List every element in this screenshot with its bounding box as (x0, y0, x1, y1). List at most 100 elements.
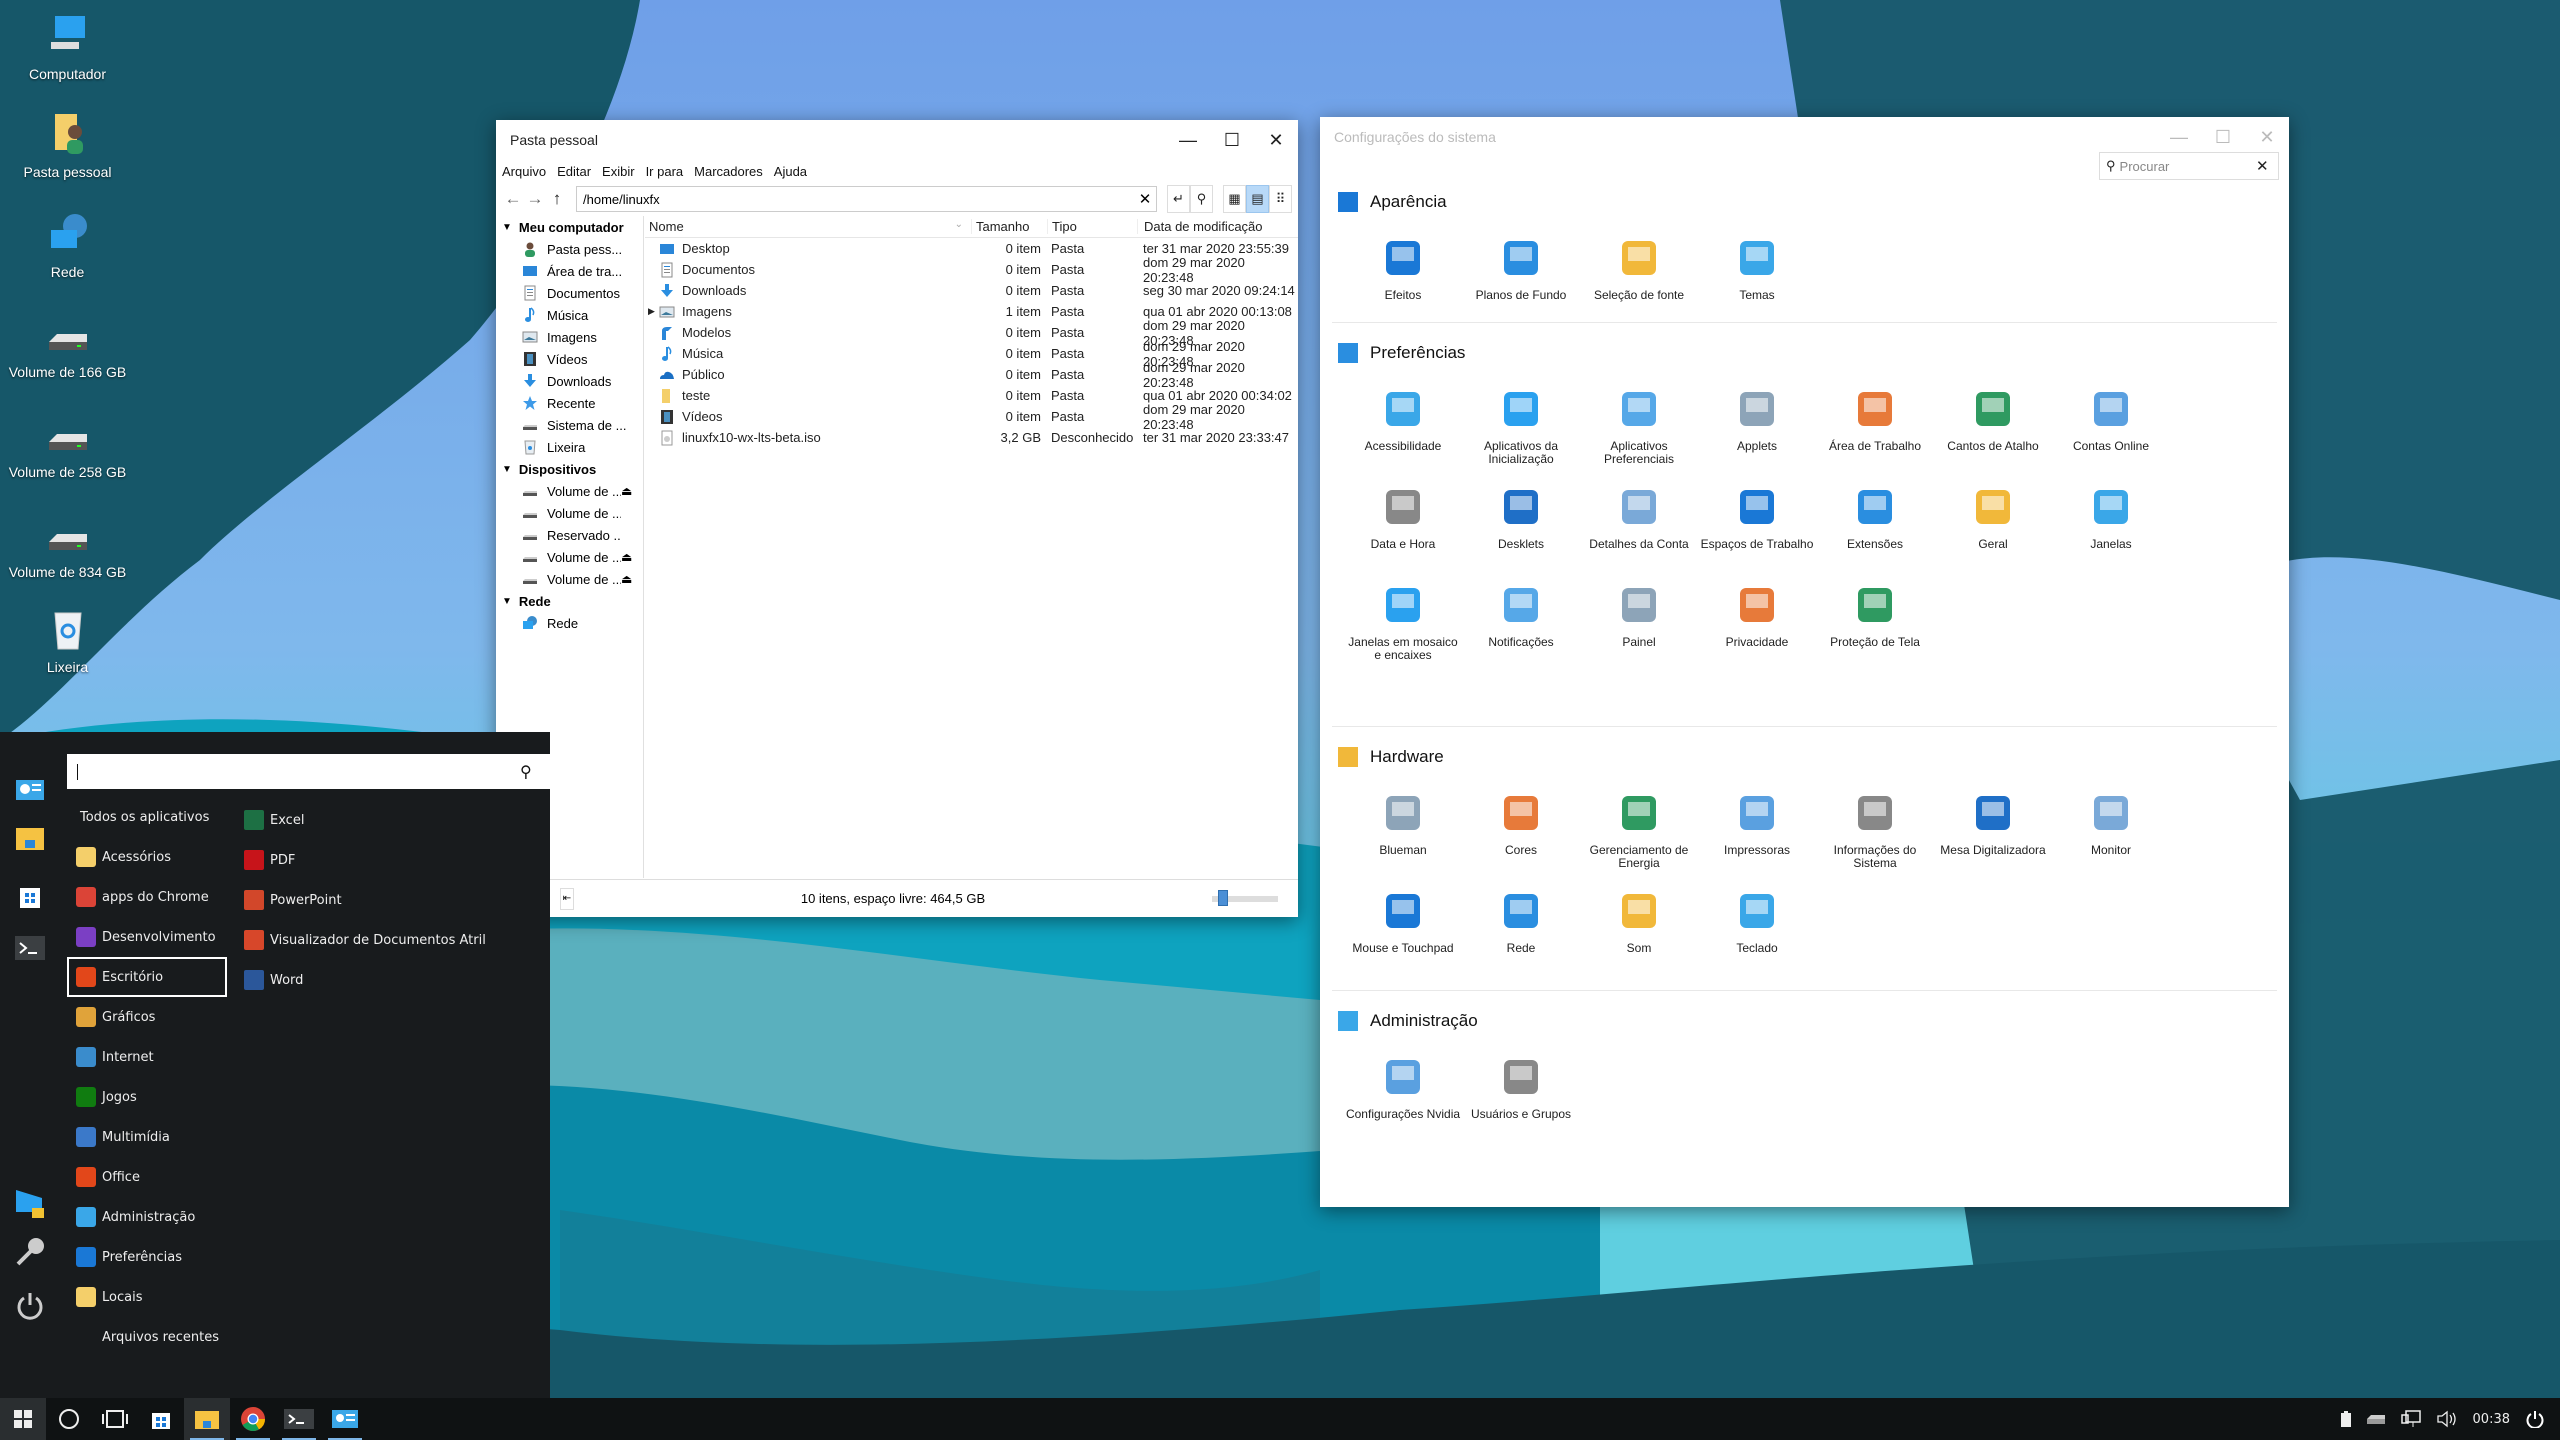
category-item[interactable]: Arquivos recentes (67, 1317, 229, 1357)
file-row[interactable]: Documentos 0 item Pasta dom 29 mar 2020 20:… (645, 255, 1298, 285)
lock-screen-icon[interactable] (14, 1188, 46, 1220)
store-icon[interactable] (14, 880, 46, 912)
column-size[interactable]: Tamanho (971, 219, 1047, 234)
app-item[interactable]: PDF (244, 840, 486, 880)
task-view-button[interactable] (92, 1398, 138, 1440)
toggle-sidebar-button[interactable]: ⇤ (560, 887, 574, 910)
close-button[interactable]: ✕ (1254, 120, 1298, 160)
key-icon[interactable] (14, 1236, 46, 1268)
settings-tile[interactable]: Mesa Digitalizadora (1934, 788, 2052, 886)
settings-tile[interactable]: Data e Hora (1344, 482, 1462, 580)
menu-exibir[interactable]: Exibir (602, 164, 635, 179)
sidebar-item[interactable]: Reservado ... (496, 524, 643, 546)
sidebar-item[interactable]: Música (496, 304, 643, 326)
search-button[interactable]: ⚲ (1190, 185, 1213, 213)
taskbar-file-manager[interactable] (184, 1398, 230, 1440)
sidebar-group[interactable]: ▼ Rede (496, 590, 643, 612)
file-row[interactable]: Público 0 item Pasta dom 29 mar 2020 20:23:… (645, 360, 1298, 390)
category-item[interactable]: Preferências (67, 1237, 229, 1277)
settings-tile[interactable]: Monitor (2052, 788, 2170, 886)
settings-tile[interactable]: Applets (1698, 384, 1816, 482)
shutdown-button[interactable] (2526, 1410, 2544, 1428)
file-manager-icon[interactable] (14, 822, 46, 854)
title-bar[interactable]: Configurações do sistema — ☐ ✕ (1320, 117, 2289, 157)
expand-triangle-icon[interactable]: ▼ (502, 464, 512, 475)
expand-arrow-icon[interactable]: ▶ (648, 306, 655, 317)
settings-tile[interactable]: Contas Online (2052, 384, 2170, 482)
column-name[interactable]: Nome ⌄ (645, 219, 971, 234)
minimize-button[interactable]: — (1166, 120, 1210, 160)
menu-ir-para[interactable]: Ir para (646, 164, 684, 179)
sidebar-group[interactable]: ▼ Meu computador (496, 216, 643, 238)
back-button[interactable]: ← (502, 185, 524, 213)
desktop-icon-network[interactable]: Rede (0, 210, 135, 280)
category-item[interactable]: Jogos (67, 1077, 229, 1117)
desktop-icon-home[interactable]: Pasta pessoal (0, 110, 135, 180)
menu-marcadores[interactable]: Marcadores (694, 164, 763, 179)
settings-tile[interactable]: Proteção de Tela (1816, 580, 1934, 678)
settings-tile[interactable]: Janelas em mosaico e encaixes (1344, 580, 1462, 678)
taskbar-terminal[interactable] (276, 1398, 322, 1440)
settings-tile[interactable]: Espaços de Trabalho (1698, 482, 1816, 580)
settings-search-input[interactable]: Procurar (2120, 159, 2256, 174)
taskbar-system-settings[interactable] (322, 1398, 368, 1440)
system-settings-icon[interactable] (14, 774, 46, 806)
category-item[interactable]: Desenvolvimento (67, 917, 229, 957)
settings-tile[interactable]: Temas (1698, 233, 1816, 331)
settings-tile[interactable]: Painel (1580, 580, 1698, 678)
volume-icon[interactable] (2436, 1410, 2457, 1428)
desktop-icon-volume-258[interactable]: Volume de 258 GB (0, 410, 135, 480)
clear-location-icon[interactable]: ✕ (1134, 190, 1156, 208)
eject-icon[interactable]: ⏏ (621, 550, 643, 564)
settings-tile[interactable]: Privacidade (1698, 580, 1816, 678)
file-row[interactable]: Vídeos 0 item Pasta dom 29 mar 2020 20:23:4… (645, 402, 1298, 432)
taskbar-chrome[interactable] (230, 1398, 276, 1440)
desktop-icon-trash[interactable]: Lixeira (0, 605, 135, 675)
sidebar-item[interactable]: Área de tra... (496, 260, 643, 282)
category-item[interactable]: Gráficos (67, 997, 229, 1037)
start-button[interactable] (0, 1398, 46, 1440)
forward-button[interactable]: → (524, 185, 546, 213)
sidebar-group[interactable]: ▼ Dispositivos (496, 458, 643, 480)
clock[interactable]: 00:38 (2473, 1412, 2510, 1427)
sidebar-item[interactable]: Volume de ... (496, 502, 643, 524)
sidebar-item[interactable]: Volume de ... ⏏ (496, 568, 643, 590)
maximize-button[interactable]: ☐ (2201, 117, 2245, 157)
sidebar-item[interactable]: Vídeos (496, 348, 643, 370)
compact-view-button[interactable]: ⠿ (1269, 185, 1292, 213)
settings-tile[interactable]: Aplicativos da Inicialização (1462, 384, 1580, 482)
app-item[interactable]: Visualizador de Documentos Atril (244, 920, 486, 960)
desktop-icon-volume-834[interactable]: Volume de 834 GB (0, 510, 135, 580)
settings-search[interactable]: ⚲ Procurar ✕ (2099, 152, 2279, 180)
start-search-field[interactable]: ⚲ (67, 754, 550, 789)
clear-search-icon[interactable]: ✕ (2256, 157, 2278, 175)
file-row[interactable]: Downloads 0 item Pasta seg 30 mar 2020 09:2… (645, 280, 1298, 301)
category-item[interactable]: Locais (67, 1277, 229, 1317)
app-item[interactable]: Word (244, 960, 486, 1000)
title-bar[interactable]: Pasta pessoal — ☐ ✕ (496, 120, 1298, 160)
settings-tile[interactable]: Usuários e Grupos (1462, 1052, 1580, 1150)
sidebar-item[interactable]: Recente (496, 392, 643, 414)
menu-ajuda[interactable]: Ajuda (774, 164, 807, 179)
location-input[interactable]: /home/linuxfx (583, 192, 1134, 207)
settings-tile[interactable]: Área de Trabalho (1816, 384, 1934, 482)
settings-tile[interactable]: Notificações (1462, 580, 1580, 678)
settings-tile[interactable]: Rede (1462, 886, 1580, 984)
column-date[interactable]: Data de modificação (1137, 219, 1298, 234)
eject-icon[interactable]: ⏏ (621, 572, 643, 586)
terminal-icon[interactable] (14, 932, 46, 964)
menu-editar[interactable]: Editar (557, 164, 591, 179)
expand-triangle-icon[interactable]: ▼ (502, 596, 512, 607)
sidebar-item[interactable]: Pasta pess... (496, 238, 643, 260)
column-type[interactable]: Tipo (1047, 219, 1137, 234)
app-item[interactable]: PowerPoint (244, 880, 486, 920)
sidebar-item[interactable]: Volume de ... ⏏ (496, 546, 643, 568)
file-row[interactable]: linuxfx10-wx-lts-beta.iso 3,2 GB Desconhec… (645, 427, 1298, 448)
icon-view-button[interactable]: ▦ (1223, 185, 1246, 213)
removable-drive-icon[interactable] (2366, 1414, 2385, 1424)
category-item[interactable]: Administração (67, 1197, 229, 1237)
battery-icon[interactable] (2340, 1411, 2351, 1427)
settings-tile[interactable]: Blueman (1344, 788, 1462, 886)
sidebar-item[interactable]: Lixeira (496, 436, 643, 458)
up-button[interactable]: ↑ (546, 185, 568, 213)
